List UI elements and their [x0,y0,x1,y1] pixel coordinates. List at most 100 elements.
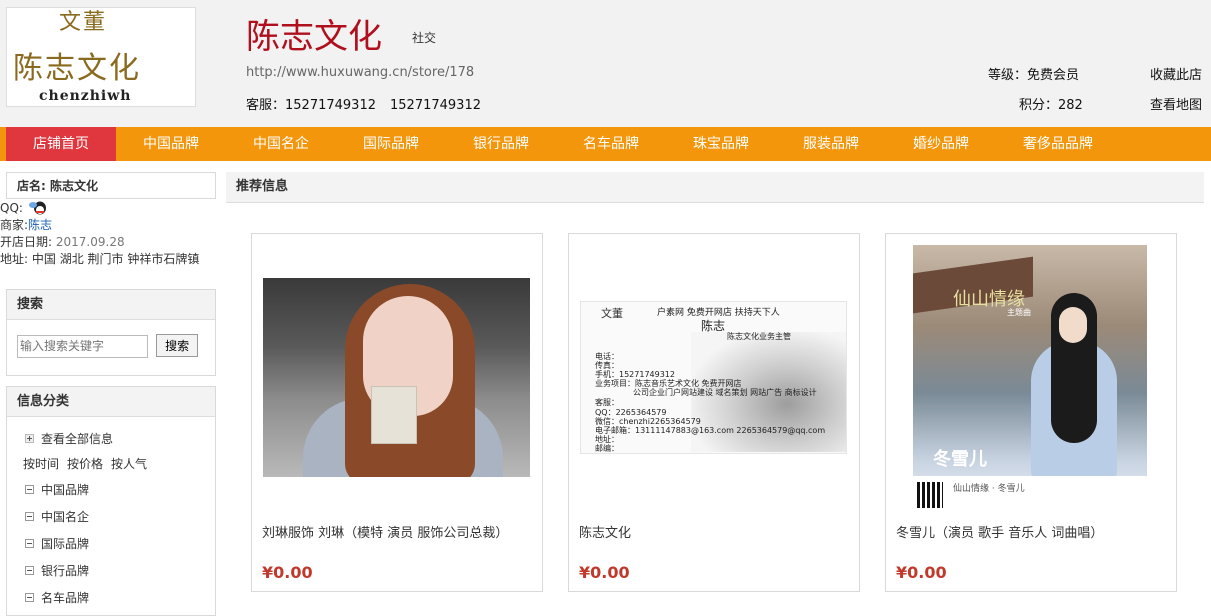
qq-chat-icon[interactable] [27,201,49,215]
photo-shape [1059,307,1087,343]
product-price: ¥0.00 [579,563,630,582]
nav-item-bank-brands[interactable]: 银行品牌 [446,127,556,161]
nav-item-car-brands[interactable]: 名车品牌 [556,127,666,161]
category-item-label: 国际品牌 [41,537,90,551]
category-all[interactable]: 查看全部信息 [25,427,215,452]
product-card[interactable]: 仙山情缘 主题曲 冬雪儿 仙山情缘 · 冬雪儿 冬雪儿（演员 歌手 音乐人 词曲… [885,233,1177,592]
store-info-panel: 店名: 陈志文化 QQ: 商家:陈志 开店日期: 2017.09.28 地址: … [0,172,216,279]
search-panel: 搜索 搜索 [6,289,216,376]
poster-footer: 仙山情缘 · 冬雪儿 [913,476,1147,514]
category-item[interactable]: 名车品牌 [25,585,215,612]
product-image[interactable]: 文董 户素网 免费开网店 扶持天下人 陈志 陈志文化业务主管 电话： 传真： 手… [580,301,847,454]
service-phone-1: 15271749312 [285,98,376,113]
category-all-label: 查看全部信息 [41,432,114,446]
category-panel: 信息分类 查看全部信息 按时间 按价格 按人气 中国品牌 中国名企 国际品牌 银行品… [6,386,216,616]
card-line: 电话： [595,352,619,361]
search-button[interactable]: 搜索 [156,334,199,357]
nav-item-home[interactable]: 店铺首页 [6,127,116,161]
card-line: 微信：chenzhi2265364579 [595,417,701,426]
logo-calligraphy: 文董 [59,10,108,35]
service-phone-2: 15271749312 [390,98,481,113]
card-line: 手机：15271749312 [595,370,675,379]
address-row: 地址: 中国 湖北 荆门市 钟祥市石牌镇 [0,251,205,268]
qq-label: QQ: [0,201,23,215]
product-image[interactable] [263,278,530,477]
category-item[interactable]: 中国名企 [25,504,215,531]
product-name[interactable]: 冬雪儿（演员 歌手 音乐人 词曲唱） [896,522,1103,541]
category-list: 查看全部信息 按时间 按价格 按人气 中国品牌 中国名企 国际品牌 银行品牌 名车品… [7,417,215,612]
poster-footer-text: 仙山情缘 · 冬雪儿 [953,484,1025,494]
nav-item-china-companies[interactable]: 中国名企 [226,127,336,161]
recommend-section-title: 推荐信息 [226,172,1204,203]
card-line: 地址： [595,435,619,444]
category-item-label: 中国名企 [41,510,90,524]
search-input[interactable] [17,334,148,358]
poster-song: 冬雪儿 [933,449,987,470]
nav-item-apparel-brands[interactable]: 服装品牌 [776,127,886,161]
product-card[interactable]: 刘琳服饰 刘琳（模特 演员 服饰公司总裁） ¥0.00 [251,233,543,592]
logo-pinyin: chenzhiwh [39,88,132,104]
main-nav: 店铺首页 中国品牌 中国名企 国际品牌 银行品牌 名车品牌 珠宝品牌 服装品牌 … [0,127,1211,161]
poster-subtitle: 主题曲 [1007,308,1031,317]
view-map-link[interactable]: 查看地图 [1150,94,1202,113]
open-date-label: 开店日期: [0,235,53,249]
store-title: 陈志文化 [246,17,382,57]
product-image[interactable]: 仙山情缘 主题曲 冬雪儿 仙山情缘 · 冬雪儿 [913,245,1147,514]
card-line: 公司企业门户网站建设 域名策划 网站广告 商标设计 [633,388,817,397]
category-item[interactable]: 中国品牌 [25,477,215,504]
store-type-tag: 社交 [412,31,437,45]
collapse-icon [25,485,34,494]
category-item-label: 银行品牌 [41,564,90,578]
collapse-icon [25,512,34,521]
search-panel-title: 搜索 [7,290,215,320]
open-date-row: 开店日期: 2017.09.28 [0,234,216,251]
store-url[interactable]: http://www.huxuwang.cn/store/178 [246,65,474,80]
search-row: 搜索 [7,320,215,358]
customer-service: 客服：15271749312 15271749312 [246,94,495,113]
card-line: 业务项目：陈志音乐艺术文化 免费开网店 [595,379,742,388]
store-name-label: 店名: [17,179,46,193]
store-name-row: 店名: 陈志文化 [6,172,216,199]
merchant-link[interactable]: 陈志 [28,218,52,232]
card-line: 电子邮箱：13111147883@163.com 2265364579@qq.c… [595,426,826,435]
category-sort-row: 按时间 按价格 按人气 [23,452,215,477]
category-panel-title: 信息分类 [7,387,215,417]
nav-item-jewelry-brands[interactable]: 珠宝品牌 [666,127,776,161]
sort-by-popularity[interactable]: 按人气 [111,457,147,471]
collapse-icon [25,539,34,548]
category-item-label: 名车品牌 [41,591,90,605]
store-logo[interactable]: 文董 陈志文化 chenzhiwh [6,7,196,107]
favorite-store-link[interactable]: 收藏此店 [1150,64,1202,83]
nav-item-intl-brands[interactable]: 国际品牌 [336,127,446,161]
member-score: 积分：282 [1019,98,1083,113]
merchant-label: 商家: [0,218,29,232]
card-position: 陈志文化业务主管 [727,332,791,341]
store-name-value: 陈志文化 [50,179,99,193]
card-line: 传真： [595,361,619,370]
product-card[interactable]: 文董 户素网 免费开网店 扶持天下人 陈志 陈志文化业务主管 电话： 传真： 手… [568,233,860,592]
open-date-value: 2017.09.28 [55,235,125,249]
collapse-icon [25,593,34,602]
category-item[interactable]: 银行品牌 [25,558,215,585]
photo-shape [371,386,417,444]
qr-code-icon [917,482,943,508]
qq-row: QQ: [0,200,216,217]
category-item[interactable]: 国际品牌 [25,531,215,558]
sort-by-price[interactable]: 按价格 [67,457,103,471]
card-slogan: 户素网 免费开网店 扶持天下人 [657,308,780,318]
member-level: 等级：免费会员 [988,68,1080,83]
card-line: QQ：2265364579 [595,408,667,417]
store-header: 文董 陈志文化 chenzhiwh 陈志文化 社交 http://www.hux… [0,0,1211,127]
sort-by-time[interactable]: 按时间 [23,457,59,471]
product-name[interactable]: 陈志文化 [579,522,631,541]
collapse-icon [25,566,34,575]
card-person: 陈志 [701,319,726,333]
service-label: 客服： [246,98,286,113]
nav-item-luxury-brands[interactable]: 奢侈品品牌 [1003,127,1113,161]
product-name[interactable]: 刘琳服饰 刘琳（模特 演员 服饰公司总裁） [262,522,508,541]
product-price: ¥0.00 [896,563,947,582]
nav-item-china-brands[interactable]: 中国品牌 [116,127,226,161]
nav-item-wedding-brands[interactable]: 婚纱品牌 [886,127,996,161]
expand-icon [25,434,34,443]
merchant-row: 商家:陈志 [0,217,216,234]
